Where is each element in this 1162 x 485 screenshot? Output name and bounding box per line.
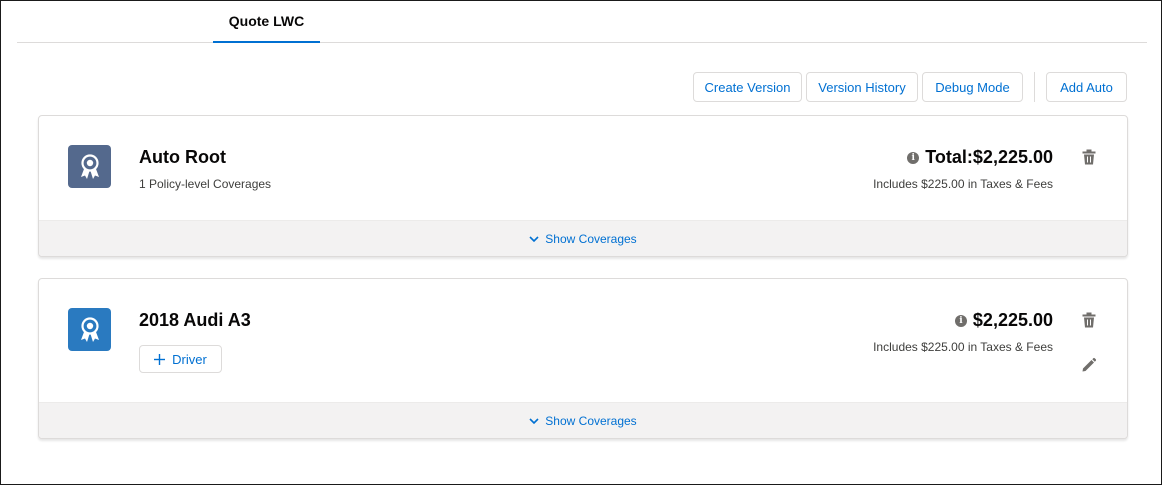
card-title: 2018 Audi A3 [139, 310, 251, 330]
show-coverages-link[interactable]: Show Coverages [529, 231, 637, 246]
tab-quote-lwc[interactable]: Quote LWC [213, 1, 320, 43]
card-title: Auto Root [139, 147, 226, 167]
total-price-value: Total:$2,225.00 [925, 147, 1053, 167]
version-history-button[interactable]: Version History [806, 72, 918, 102]
add-auto-button[interactable]: Add Auto [1046, 72, 1127, 102]
app-frame: Quote LWC Create Version Version History… [0, 0, 1162, 485]
debug-mode-button[interactable]: Debug Mode [922, 72, 1023, 102]
info-icon[interactable]: i [954, 314, 967, 327]
trash-icon[interactable] [1082, 149, 1096, 165]
show-coverages-link[interactable]: Show Coverages [529, 413, 637, 428]
pencil-edit-icon[interactable] [1081, 357, 1097, 373]
info-icon[interactable]: i [907, 151, 920, 164]
show-coverages-label: Show Coverages [545, 413, 637, 428]
add-driver-label: Driver [172, 351, 207, 367]
chevron-down-icon [529, 417, 539, 424]
taxes-fees-note: Includes $225.00 in Taxes & Fees [873, 177, 1053, 191]
total-price-value: $2,225.00 [972, 310, 1053, 330]
toolbar-divider [1034, 72, 1035, 102]
award-ribbon-icon [68, 308, 111, 351]
total-price: i Total:$2,225.00 [907, 147, 1053, 168]
show-coverages-label: Show Coverages [545, 231, 637, 246]
auto-root-card: Auto Root 1 Policy-level Coverages i Tot… [38, 115, 1128, 257]
chevron-down-icon [529, 235, 539, 242]
plus-icon [154, 353, 166, 365]
vehicle-card: 2018 Audi A3 Driver i $2,225.00 Includes… [38, 278, 1128, 439]
card-footer: Show Coverages [39, 402, 1127, 438]
tab-bar: Quote LWC [17, 1, 1147, 43]
add-driver-button[interactable]: Driver [139, 345, 222, 373]
trash-icon[interactable] [1082, 312, 1096, 328]
total-price: i $2,225.00 [954, 310, 1053, 331]
award-ribbon-icon [68, 145, 111, 188]
taxes-fees-note: Includes $225.00 in Taxes & Fees [873, 340, 1053, 354]
card-footer: Show Coverages [39, 220, 1127, 256]
create-version-button[interactable]: Create Version [693, 72, 802, 102]
policy-coverages-count: 1 Policy-level Coverages [139, 177, 272, 191]
